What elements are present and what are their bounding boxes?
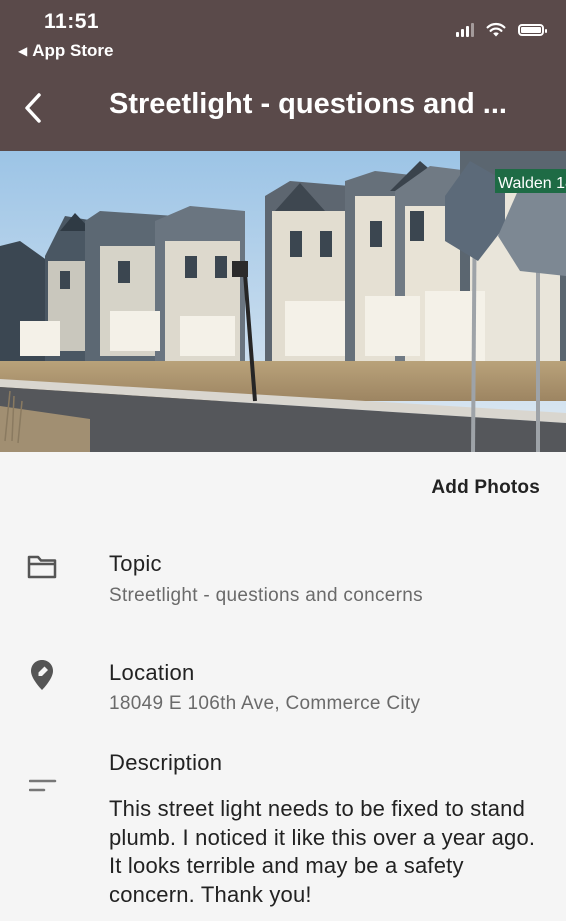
description-text: This street light needs to be fixed to s… xyxy=(109,796,536,907)
topic-value: Streetlight - questions and concerns xyxy=(109,585,423,606)
top-header: 11:51 ◀ App Store Streetlight - question… xyxy=(0,0,566,151)
back-to-app-store-link[interactable]: ◀ App Store xyxy=(18,41,113,61)
folder-icon xyxy=(27,555,57,579)
page-title: Streetlight - questions and ... xyxy=(109,88,507,120)
back-triangle-icon: ◀ xyxy=(18,44,28,58)
report-photo[interactable]: Walden 18 xyxy=(0,151,566,452)
back-chevron-icon[interactable] xyxy=(20,90,52,126)
text-lines-icon xyxy=(29,779,57,792)
wifi-icon xyxy=(486,22,506,37)
status-icons xyxy=(456,22,547,37)
topic-label: Topic xyxy=(109,551,162,576)
add-photos-button[interactable]: Add Photos xyxy=(431,477,540,499)
cellular-signal-icon xyxy=(456,22,474,37)
battery-icon xyxy=(518,23,547,36)
location-label: Location xyxy=(109,660,195,685)
status-time: 11:51 xyxy=(44,10,100,33)
description-label: Description xyxy=(109,750,223,775)
street-scene-image: Walden 18 xyxy=(0,151,566,452)
street-sign-text: Walden 18 xyxy=(498,175,566,192)
back-app-label: App Store xyxy=(32,41,114,60)
location-value: 18049 E 106th Ave, Commerce City xyxy=(109,693,421,714)
location-pin-icon xyxy=(31,660,53,690)
